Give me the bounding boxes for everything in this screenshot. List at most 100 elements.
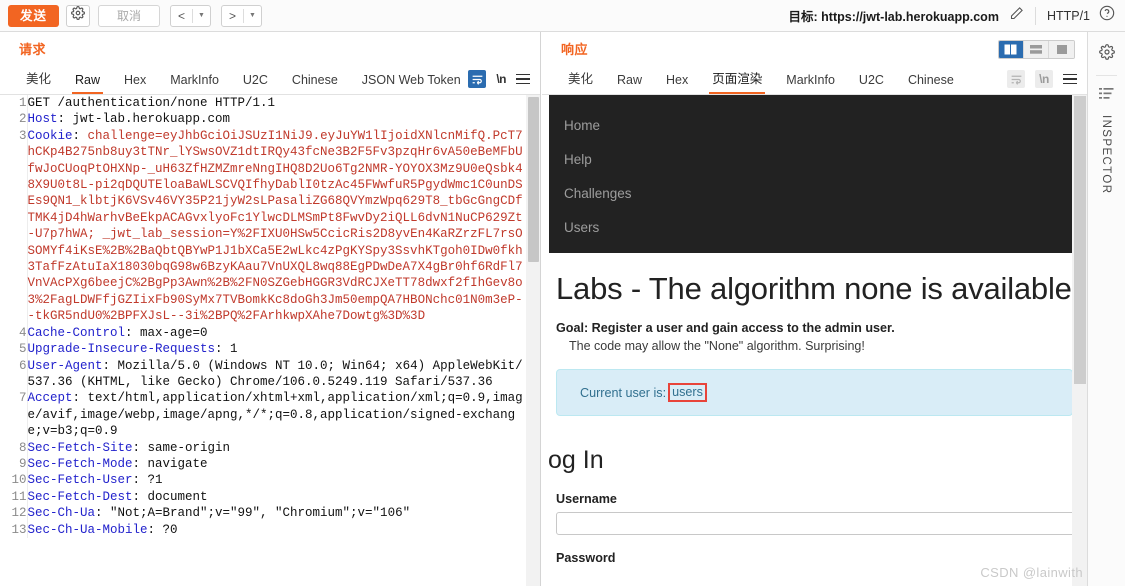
code-line: 7 Accept: text/html,application/xhtml+xml…: [0, 390, 527, 440]
line-source[interactable]: Sec-Fetch-Site: same-origin: [27, 440, 527, 456]
line-source[interactable]: Accept: text/html,application/xhtml+xml,…: [27, 390, 527, 439]
burp-suite-window: 发送 取消 < ▼ > ▼ 目标: https://jwt-lab.heroku…: [0, 0, 1125, 586]
wrap-lines-icon[interactable]: [1007, 70, 1025, 88]
code-line: 13 Sec-Ch-Ua-Mobile: ?0: [0, 521, 527, 538]
code-line: 4 Cache-Control: max-age=0: [0, 324, 527, 342]
request-code-table: 1 GET /authentication/none HTTP/1.1 2 Host:…: [0, 95, 527, 538]
line-source[interactable]: Cache-Control: max-age=0: [27, 325, 527, 341]
code-line: 5 Upgrade-Insecure-Requests: 1: [0, 341, 527, 358]
nav-link-home[interactable]: Home: [549, 109, 1073, 143]
line-number: 6: [0, 357, 28, 391]
line-number: 4: [0, 324, 28, 342]
response-scrollbar[interactable]: [1072, 95, 1087, 586]
response-panel-title: 响应: [561, 42, 589, 57]
tab-beautify[interactable]: 美化: [556, 64, 605, 94]
request-scrollbar[interactable]: [526, 95, 540, 586]
inspector-settings-button[interactable]: [1088, 44, 1125, 65]
site-navbar: Home Help Challenges Users: [549, 95, 1073, 253]
login-heading: og In: [548, 446, 604, 474]
tab-u2c[interactable]: U2C: [847, 69, 896, 94]
tab-u2c[interactable]: U2C: [231, 69, 280, 94]
code-line: 1 GET /authentication/none HTTP/1.1: [0, 95, 527, 112]
tab-raw[interactable]: Raw: [605, 69, 654, 94]
inspector-list-button[interactable]: [1088, 87, 1125, 105]
nav-link-challenges[interactable]: Challenges: [549, 177, 1073, 211]
line-source[interactable]: Sec-Ch-Ua: "Not;A=Brand";v="99", "Chromi…: [27, 505, 527, 521]
tab-hex[interactable]: Hex: [112, 69, 158, 94]
goal-subtext: The code may allow the "None" algorithm.…: [569, 339, 865, 353]
code-line: 11 Sec-Fetch-Dest: document: [0, 488, 527, 506]
tab-beautify[interactable]: 美化: [14, 64, 63, 94]
response-panel-header: 响应 美化 Raw Hex 页面渲染 MarkInfo U2C Chinese: [542, 32, 1087, 95]
chevron-left-icon[interactable]: <: [171, 9, 192, 23]
tab-chinese[interactable]: Chinese: [896, 69, 966, 94]
menu-icon[interactable]: [516, 73, 530, 85]
gear-icon: [71, 6, 85, 25]
edit-target-button[interactable]: [1009, 6, 1024, 26]
send-button[interactable]: 发送: [8, 4, 60, 27]
line-source[interactable]: User-Agent: Mozilla/5.0 (Windows NT 10.0…: [27, 358, 527, 391]
rail-divider: [1096, 75, 1117, 76]
line-source[interactable]: Sec-Fetch-Mode: navigate: [27, 456, 527, 472]
tab-chinese[interactable]: Chinese: [280, 69, 350, 94]
chevron-right-icon[interactable]: >: [222, 9, 243, 23]
page-content: Labs - The algorithm none is available G…: [548, 253, 1085, 565]
forward-nav-group[interactable]: > ▼: [220, 4, 262, 27]
request-scrollbar-thumb[interactable]: [528, 97, 539, 262]
layout-split-vertical-button[interactable]: [999, 41, 1024, 58]
code-line: 9 Sec-Fetch-Mode: navigate: [0, 455, 527, 473]
line-source[interactable]: Cookie: challenge=eyJhbGciOiJSUzI1NiJ9.e…: [27, 128, 527, 325]
request-panel: 请求 美化 Raw Hex MarkInfo U2C Chinese JSON …: [0, 32, 541, 586]
line-source[interactable]: Upgrade-Insecure-Requests: 1: [27, 341, 527, 357]
back-nav-group[interactable]: < ▼: [170, 4, 211, 27]
line-number: 11: [0, 488, 28, 506]
code-line: 2 Host: jwt-lab.herokuapp.com: [0, 111, 527, 128]
settings-button[interactable]: [66, 4, 91, 27]
layout-single-button[interactable]: [1049, 41, 1074, 58]
newline-icon[interactable]: \n: [496, 72, 506, 86]
line-source[interactable]: Host: jwt-lab.herokuapp.com: [27, 111, 527, 127]
tab-markinfo[interactable]: MarkInfo: [774, 69, 847, 94]
inspector-rail: INSPECTOR: [1087, 32, 1125, 586]
code-line: 8 Sec-Fetch-Site: same-origin: [0, 439, 527, 456]
nav-link-users[interactable]: Users: [549, 211, 1073, 245]
caret-down-icon[interactable]: ▼: [193, 12, 210, 19]
line-source[interactable]: GET /authentication/none HTTP/1.1: [27, 95, 527, 111]
password-label: Password: [556, 551, 616, 565]
line-source[interactable]: Sec-Fetch-User: ?1: [27, 472, 527, 488]
current-user-alert: Current user is: users: [556, 369, 1073, 416]
request-header-icons: \n: [468, 70, 530, 88]
list-icon: [1099, 87, 1114, 105]
tab-hex[interactable]: Hex: [654, 69, 700, 94]
username-input[interactable]: [556, 512, 1085, 535]
pencil-icon: [1009, 6, 1024, 26]
cancel-button[interactable]: 取消: [98, 4, 161, 27]
inspector-label[interactable]: INSPECTOR: [1100, 115, 1112, 194]
current-user-value: users: [668, 383, 707, 402]
wrap-lines-icon[interactable]: [468, 70, 487, 88]
top-toolbar: 发送 取消 < ▼ > ▼ 目标: https://jwt-lab.heroku…: [0, 0, 1125, 32]
layout-split-horizontal-button[interactable]: [1024, 41, 1049, 58]
http-version-label: HTTP/1: [1046, 8, 1090, 23]
tab-json-web-token[interactable]: JSON Web Token: [350, 69, 473, 94]
tab-raw[interactable]: Raw: [63, 69, 112, 94]
tab-page-render[interactable]: 页面渲染: [700, 64, 774, 94]
line-source[interactable]: Sec-Fetch-Dest: document: [27, 489, 527, 505]
response-scrollbar-thumb[interactable]: [1074, 96, 1086, 384]
goal-text: Goal: Register a user and gain access to…: [556, 321, 895, 335]
response-render-view[interactable]: Home Help Challenges Users Labs - The al…: [542, 95, 1087, 586]
menu-icon[interactable]: [1063, 73, 1077, 85]
line-number: 7: [0, 390, 28, 440]
line-source[interactable]: Sec-Ch-Ua-Mobile: ?0: [27, 522, 527, 538]
page-title: Labs - The algorithm none is available: [556, 271, 1072, 306]
line-number: 8: [0, 439, 28, 456]
response-panel: 响应 美化 Raw Hex 页面渲染 MarkInfo U2C Chinese: [542, 32, 1087, 586]
help-button[interactable]: [1099, 5, 1115, 26]
tab-markinfo[interactable]: MarkInfo: [158, 69, 231, 94]
request-raw-view[interactable]: 1 GET /authentication/none HTTP/1.1 2 Host:…: [0, 95, 540, 586]
request-panel-title: 请求: [19, 42, 47, 57]
request-panel-header: 请求 美化 Raw Hex MarkInfo U2C Chinese JSON …: [0, 32, 540, 95]
caret-down-icon[interactable]: ▼: [244, 12, 261, 19]
newline-icon[interactable]: \n: [1039, 72, 1049, 86]
nav-link-help[interactable]: Help: [549, 143, 1073, 177]
